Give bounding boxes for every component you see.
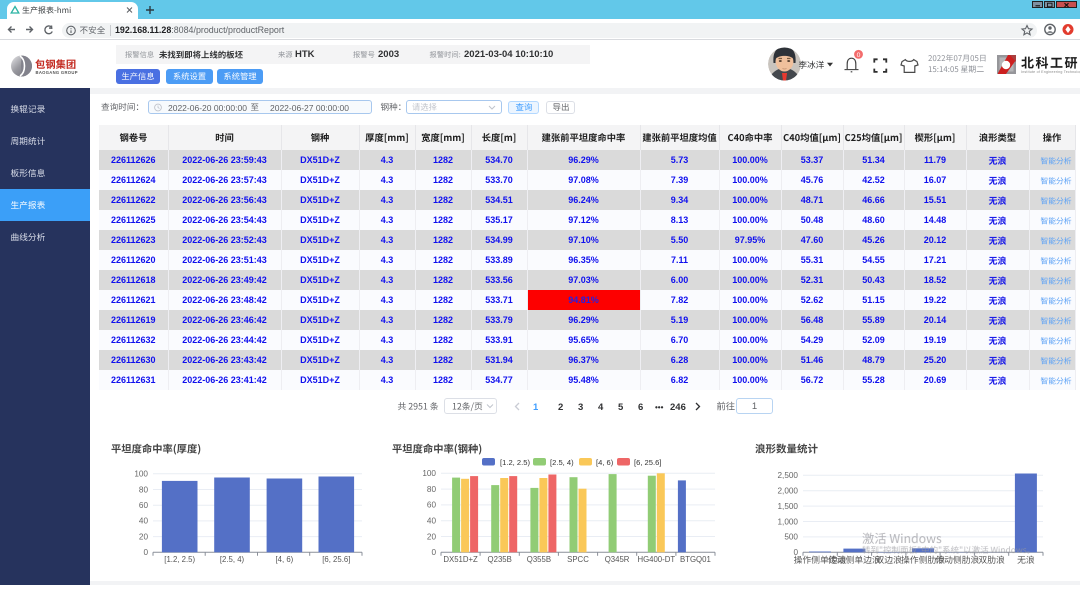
svg-text:Q345R: Q345R	[605, 555, 630, 564]
svg-text:1,000: 1,000	[778, 517, 799, 526]
svg-text:500: 500	[784, 533, 798, 542]
svg-text:60: 60	[427, 501, 437, 510]
svg-text:Q235B: Q235B	[488, 555, 512, 564]
svg-text:80: 80	[139, 485, 149, 494]
svg-text:[4, 6): [4, 6)	[596, 458, 614, 467]
svg-text:Q355B: Q355B	[527, 555, 551, 564]
svg-text:DX51D+Z: DX51D+Z	[443, 555, 478, 564]
svg-text:100: 100	[134, 470, 148, 479]
svg-text:SPCC: SPCC	[567, 555, 589, 564]
svg-text:HG400-DT: HG400-DT	[637, 555, 675, 564]
svg-text:[4, 6): [4, 6)	[276, 555, 294, 564]
svg-text:2,500: 2,500	[778, 471, 799, 480]
svg-text:40: 40	[139, 517, 149, 526]
svg-text:40: 40	[427, 517, 437, 526]
svg-text:[1.2, 2.5): [1.2, 2.5)	[164, 555, 195, 564]
svg-text:0: 0	[857, 52, 861, 59]
svg-text:20: 20	[139, 532, 149, 541]
svg-text:2,000: 2,000	[778, 487, 799, 496]
svg-text:0: 0	[431, 548, 436, 557]
svg-text:[1.2, 2.5): [1.2, 2.5)	[500, 458, 530, 467]
svg-text:1,500: 1,500	[778, 502, 799, 511]
svg-text:20: 20	[427, 532, 437, 541]
svg-text:80: 80	[427, 485, 437, 494]
svg-text:[2.5, 4): [2.5, 4)	[220, 555, 245, 564]
svg-text:[6, 25.6]: [6, 25.6]	[322, 555, 350, 564]
svg-text:0: 0	[143, 548, 148, 557]
svg-text:100: 100	[422, 469, 436, 478]
svg-text:BTGQ01: BTGQ01	[680, 555, 711, 564]
svg-text:60: 60	[139, 501, 149, 510]
svg-text:[6, 25.6]: [6, 25.6]	[634, 458, 661, 467]
svg-text:0: 0	[793, 548, 798, 557]
svg-text:[2.5, 4): [2.5, 4)	[550, 458, 574, 467]
